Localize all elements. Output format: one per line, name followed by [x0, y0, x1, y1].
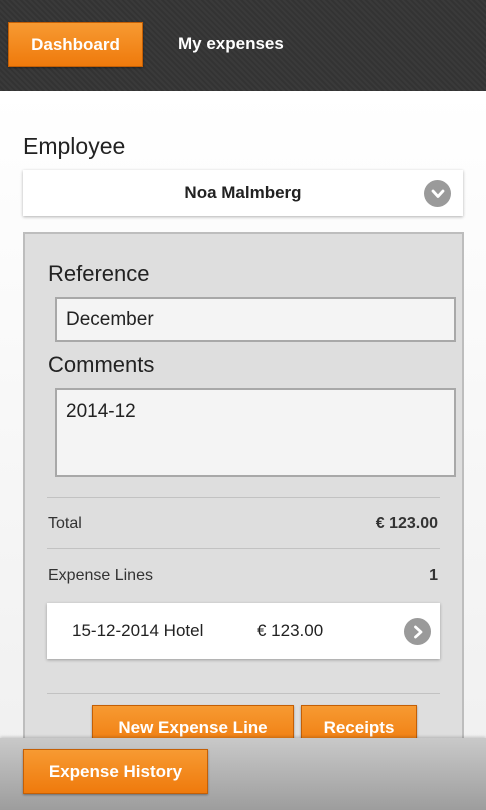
expense-line-amount: € 123.00 [257, 621, 324, 640]
expense-form-panel: Reference December Comments 2014-12 Tota… [23, 232, 464, 792]
divider [47, 497, 440, 498]
expense-line-item[interactable]: 15-12-2014 Hotel € 123.00 [47, 603, 440, 659]
expense-line-description: 15-12-2014 Hotel [72, 621, 204, 640]
chevron-down-icon[interactable] [424, 180, 451, 207]
page-title: My expenses [178, 34, 284, 53]
employee-label: Employee [23, 133, 126, 159]
divider [47, 693, 440, 694]
employee-name: Noa Malmberg [184, 183, 302, 202]
reference-label: Reference [48, 261, 150, 286]
expense-history-button[interactable]: Expense History [23, 749, 208, 794]
divider [47, 548, 440, 549]
total-value: € 123.00 [375, 515, 438, 532]
reference-field[interactable]: December [55, 297, 456, 342]
dashboard-button[interactable]: Dashboard [8, 22, 143, 67]
footer-bar: Expense History [0, 738, 486, 810]
comments-label: Comments [48, 352, 155, 377]
app-header: Dashboard My expenses [0, 0, 486, 91]
expense-lines-count: 1 [429, 567, 438, 584]
total-label: Total [48, 515, 82, 532]
employee-select[interactable]: Noa Malmberg [23, 170, 463, 216]
chevron-right-icon[interactable] [404, 618, 431, 645]
comments-field[interactable]: 2014-12 [55, 388, 456, 477]
expense-lines-label: Expense Lines [48, 567, 153, 584]
